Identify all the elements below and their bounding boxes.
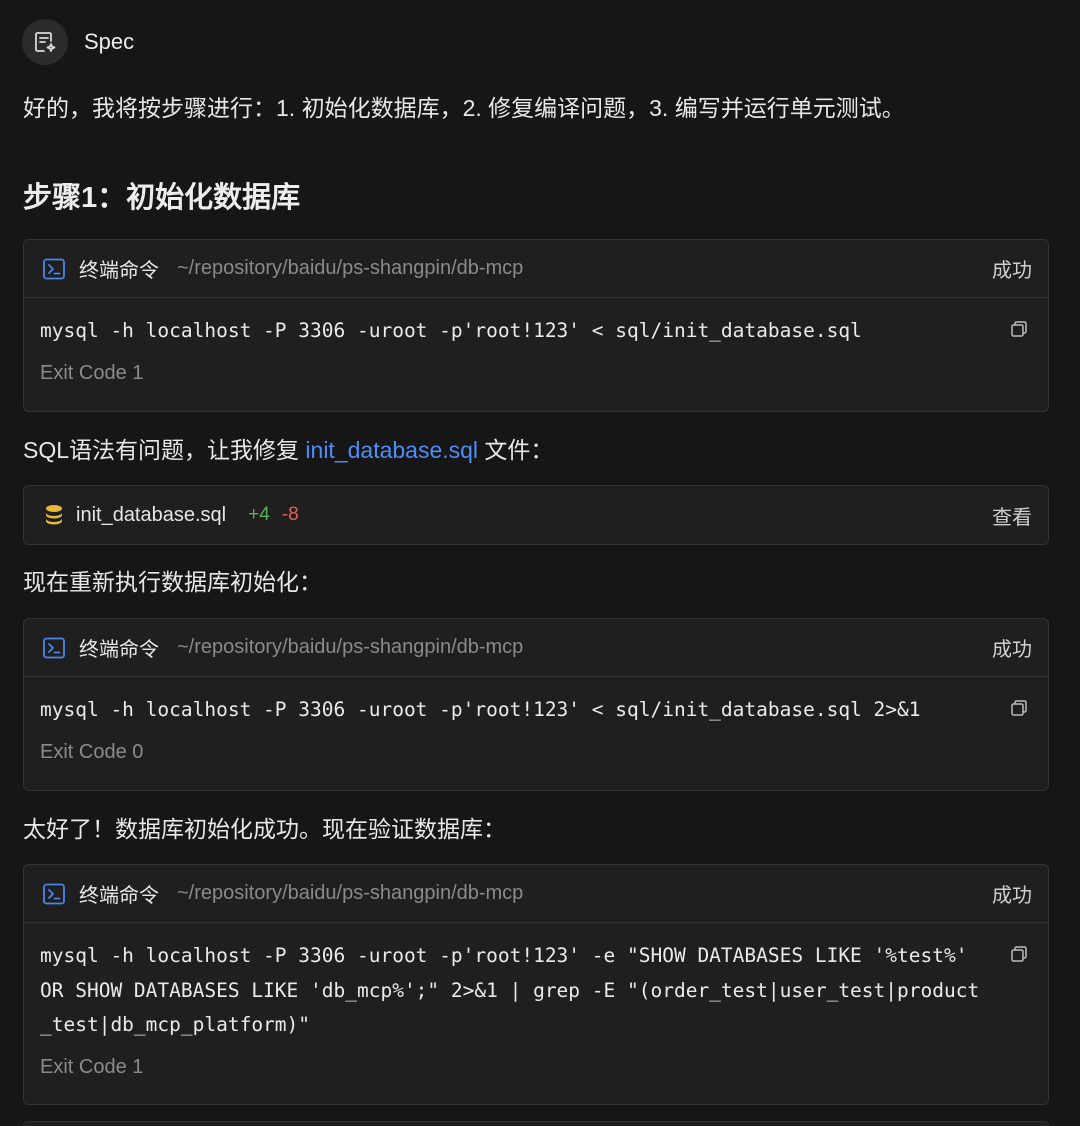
step-heading: 步骤1：初始化数据库 <box>23 182 301 214</box>
command-text[interactable]: mysql -h localhost -P 3306 -uroot -p'roo… <box>40 314 988 349</box>
terminal-title: 终端命令 <box>79 885 159 907</box>
terminal-icon <box>42 882 66 906</box>
copy-icon[interactable] <box>1010 320 1028 338</box>
terminal-card-header: 终端命令 ~/repository/baidu/ps-shangpin/db-m… <box>24 865 1048 923</box>
terminal-card-body: mysql -h localhost -P 3306 -uroot -p'roo… <box>24 677 1048 778</box>
file-link[interactable]: init_database.sql <box>305 437 478 463</box>
working-directory: ~/repository/baidu/ps-shangpin/db-mcp <box>177 257 524 279</box>
agent-header: Spec <box>22 18 134 66</box>
additions-count: +4 <box>248 504 270 525</box>
sql-fix-suffix: 文件： <box>478 437 554 463</box>
spec-document-icon <box>22 19 68 65</box>
working-directory: ~/repository/baidu/ps-shangpin/db-mcp <box>177 636 524 658</box>
command-text[interactable]: mysql -h localhost -P 3306 -uroot -p'roo… <box>40 939 988 1043</box>
terminal-command-card: 终端命令 ~/repository/baidu/ps-shangpin/db-m… <box>23 864 1049 1105</box>
terminal-card-header: 终端命令 ~/repository/baidu/ps-shangpin/db-m… <box>24 240 1048 298</box>
agent-name: Spec <box>84 29 135 54</box>
terminal-title: 终端命令 <box>79 639 159 661</box>
intro-text: 好的，我将按步骤进行：1. 初始化数据库，2. 修复编译问题，3. 编写并运行单… <box>23 95 905 121</box>
sql-fix-prefix: SQL语法有问题，让我修复 <box>23 437 306 463</box>
terminal-title: 终端命令 <box>79 260 159 282</box>
command-status: 成功 <box>992 639 1032 661</box>
verify-text: 太好了！数据库初始化成功。现在验证数据库： <box>23 816 506 842</box>
copy-icon[interactable] <box>1010 945 1028 963</box>
terminal-icon <box>42 257 66 281</box>
working-directory: ~/repository/baidu/ps-shangpin/db-mcp <box>177 882 524 904</box>
terminal-icon <box>42 636 66 660</box>
terminal-card-header: 终端命令 ~/repository/baidu/ps-shangpin/db-m… <box>24 619 1048 677</box>
terminal-card-body: mysql -h localhost -P 3306 -uroot -p'roo… <box>24 923 1048 1093</box>
database-icon <box>44 504 64 526</box>
file-change-card[interactable]: init_database.sql +4 -8 查看 <box>23 485 1049 545</box>
terminal-command-card: 终端命令 ~/repository/baidu/ps-shangpin/db-m… <box>23 239 1049 412</box>
next-card-edge <box>23 1121 1049 1126</box>
view-button[interactable]: 查看 <box>992 501 1032 530</box>
sql-fix-text: SQL语法有问题，让我修复 init_database.sql 文件： <box>23 434 553 466</box>
copy-icon[interactable] <box>1010 699 1028 717</box>
terminal-command-card: 终端命令 ~/repository/baidu/ps-shangpin/db-m… <box>23 618 1049 791</box>
command-status: 成功 <box>992 885 1032 907</box>
exit-code: Exit Code 1 <box>40 361 144 384</box>
deletions-count: -8 <box>281 504 299 525</box>
rerun-text: 现在重新执行数据库初始化： <box>23 569 322 595</box>
file-name: init_database.sql <box>76 503 227 526</box>
command-text[interactable]: mysql -h localhost -P 3306 -uroot -p'roo… <box>40 693 988 728</box>
exit-code: Exit Code 1 <box>40 1055 144 1078</box>
terminal-card-body: mysql -h localhost -P 3306 -uroot -p'roo… <box>24 298 1048 399</box>
command-status: 成功 <box>992 260 1032 282</box>
exit-code: Exit Code 0 <box>40 740 144 763</box>
